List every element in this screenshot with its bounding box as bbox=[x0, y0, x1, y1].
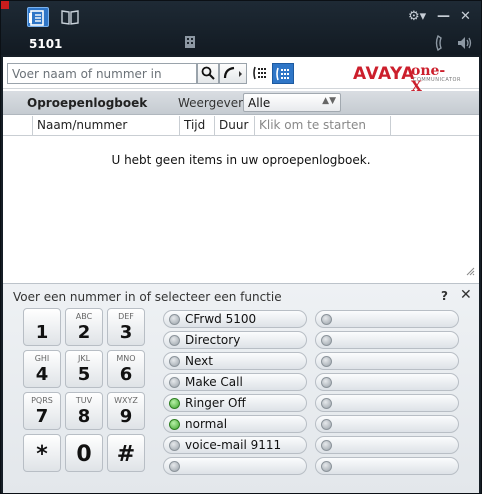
status-led-icon bbox=[169, 440, 180, 451]
status-led-icon bbox=[321, 461, 332, 472]
dial-key-4[interactable]: GHI 4 bbox=[23, 350, 61, 388]
dial-key-9[interactable]: WXYZ 9 bbox=[107, 392, 145, 430]
chevron-up-down-icon: ▲▼ bbox=[322, 96, 336, 106]
status-led-icon bbox=[169, 314, 180, 325]
feature-button-empty[interactable] bbox=[315, 457, 459, 475]
app-window: ⚙▾ — ✕ 5101 Voer naam of nummer in AVAYA… bbox=[0, 0, 482, 494]
status-led-icon bbox=[321, 419, 332, 430]
help-icon[interactable]: ? bbox=[441, 289, 448, 303]
empty-call-log-message: U hebt geen items in uw oproepenlogboek. bbox=[111, 153, 371, 167]
main-content: AVAYA one-X COMMUNICATOR Oproepenlogboek… bbox=[3, 57, 479, 493]
status-led-icon bbox=[321, 440, 332, 451]
feature-button-empty[interactable] bbox=[315, 331, 459, 349]
close-window-icon[interactable]: ✕ bbox=[460, 9, 471, 25]
status-led-icon bbox=[321, 314, 332, 325]
phone-call-icon bbox=[223, 66, 242, 79]
status-led-on-icon bbox=[169, 419, 180, 430]
dial-key-5[interactable]: JKL 5 bbox=[65, 350, 103, 388]
column-type[interactable] bbox=[3, 116, 33, 136]
call-log-header: Oproepenlogboek Weergeven Alle ▲▼ bbox=[3, 91, 479, 115]
column-name-number[interactable]: Naam/nummer bbox=[33, 116, 180, 136]
feature-button-make-call[interactable]: Make Call bbox=[163, 373, 307, 391]
feature-button-empty[interactable] bbox=[315, 352, 459, 370]
feature-button-empty[interactable] bbox=[315, 310, 459, 328]
feature-button-ringer-off[interactable]: Ringer Off bbox=[163, 394, 307, 412]
feature-button-empty[interactable] bbox=[315, 373, 459, 391]
column-time[interactable]: Tijd bbox=[180, 116, 215, 136]
close-dialpad-icon[interactable]: ✕ bbox=[460, 287, 472, 303]
building-icon bbox=[184, 35, 196, 52]
voicemail-dial-icon[interactable] bbox=[249, 63, 271, 84]
resize-grip-icon[interactable] bbox=[465, 265, 475, 279]
status-led-icon bbox=[321, 377, 332, 388]
call-button[interactable] bbox=[219, 63, 247, 84]
view-filter-value: Alle bbox=[248, 96, 271, 110]
dial-key-star[interactable]: * bbox=[23, 434, 61, 472]
column-click-to-start[interactable]: Klik om te starten bbox=[255, 116, 391, 136]
dialpad-hint: Voer een nummer in of selecteer een func… bbox=[13, 290, 282, 304]
title-bar: ⚙▾ — ✕ 5101 bbox=[1, 1, 481, 55]
status-led-icon bbox=[169, 377, 180, 388]
communicator-wordmark: COMMUNICATOR bbox=[413, 77, 461, 83]
dial-key-3[interactable]: DEF 3 bbox=[107, 308, 145, 346]
dialpad-panel: Voer een nummer in of selecteer een func… bbox=[3, 283, 479, 493]
dial-key-7[interactable]: PQRS 7 bbox=[23, 392, 61, 430]
status-led-icon bbox=[321, 335, 332, 346]
search-button[interactable] bbox=[197, 63, 219, 84]
feature-button-empty[interactable] bbox=[163, 457, 307, 475]
status-led-on-icon bbox=[169, 398, 180, 409]
search-input[interactable] bbox=[7, 63, 197, 84]
column-duration[interactable]: Duur bbox=[215, 116, 255, 136]
phone-tab-icon[interactable] bbox=[27, 7, 49, 27]
call-log-column-headers: Naam/nummer Tijd Duur Klik om te starten bbox=[3, 116, 479, 136]
minimize-icon[interactable]: — bbox=[437, 9, 450, 25]
avaya-wordmark: AVAYA bbox=[353, 64, 415, 84]
search-icon bbox=[201, 66, 215, 80]
call-log-title: Oproepenlogboek bbox=[27, 96, 148, 110]
feature-button-normal[interactable]: normal bbox=[163, 415, 307, 433]
view-filter-select[interactable]: Alle ▲▼ bbox=[243, 93, 341, 112]
dialpad-toggle-icon[interactable] bbox=[272, 63, 294, 84]
dial-key-hash[interactable]: # bbox=[107, 434, 145, 472]
dial-key-6[interactable]: MNO 6 bbox=[107, 350, 145, 388]
feature-button-next[interactable]: Next bbox=[163, 352, 307, 370]
dial-key-2[interactable]: ABC 2 bbox=[65, 308, 103, 346]
handset-icon[interactable] bbox=[435, 34, 447, 54]
window-corner-marker bbox=[1, 1, 9, 9]
speaker-volume-icon[interactable] bbox=[456, 35, 472, 54]
status-led-icon bbox=[321, 398, 332, 409]
status-led-icon bbox=[169, 461, 180, 472]
feature-button-directory[interactable]: Directory bbox=[163, 331, 307, 349]
status-led-icon bbox=[169, 335, 180, 346]
dial-key-8[interactable]: TUV 8 bbox=[65, 392, 103, 430]
view-filter-label: Weergeven bbox=[178, 96, 246, 110]
status-led-icon bbox=[169, 356, 180, 367]
extension-number: 5101 bbox=[29, 37, 63, 51]
status-led-icon bbox=[321, 356, 332, 367]
feature-button-empty[interactable] bbox=[315, 394, 459, 412]
dial-key-1[interactable]: 1 bbox=[23, 308, 61, 346]
settings-gear-icon[interactable]: ⚙▾ bbox=[408, 9, 426, 25]
feature-button-cfrwd[interactable]: CFrwd 5100 bbox=[163, 310, 307, 328]
feature-button-voicemail[interactable]: voice-mail 9111 bbox=[163, 436, 307, 454]
dial-key-0[interactable]: 0 bbox=[65, 434, 103, 472]
feature-button-empty[interactable] bbox=[315, 436, 459, 454]
feature-button-empty[interactable] bbox=[315, 415, 459, 433]
contacts-book-icon[interactable] bbox=[59, 7, 81, 27]
search-bar: AVAYA one-X COMMUNICATOR bbox=[3, 57, 479, 95]
